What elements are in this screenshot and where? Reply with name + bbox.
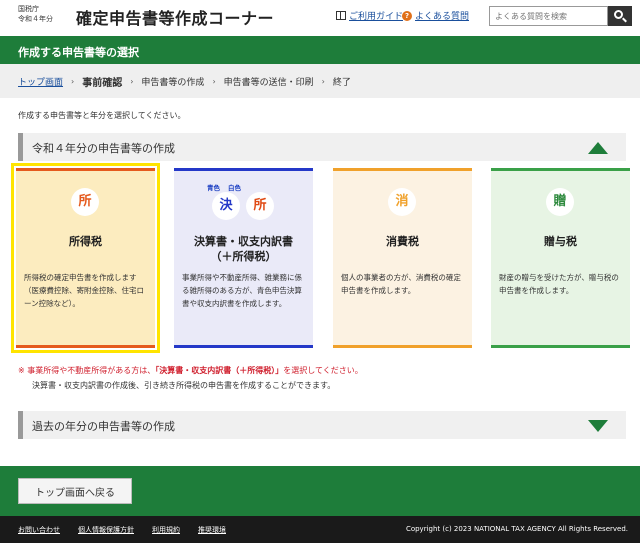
breadcrumb-step: 申告書等の送信・印刷 — [223, 77, 314, 88]
blue-return-label: 青色 — [207, 184, 220, 192]
card-title: 贈与税 — [544, 235, 577, 248]
breadcrumb-step: 終了 — [332, 77, 351, 88]
white-return-label: 白色 — [228, 184, 241, 192]
card-bottom-bar — [491, 345, 630, 348]
card-description: 所得税の確定申告書を作成します（医療費控除、寄附金控除、住宅ローン控除など）。 — [24, 273, 144, 308]
card-description: 個人の事業者の方が、消費税の確定申告書を作成します。 — [341, 273, 461, 295]
footer-links: お問い合わせ 個人情報保護方針 利用規約 推奨環境 — [18, 525, 226, 535]
card-description: 事業所得や不動産所得、雑業務に係る雑所得のある方が、青色申告決算書や収支内訳書を… — [182, 273, 302, 308]
chevron-right-icon: › — [130, 76, 134, 86]
page-title: 作成する申告書等の選択 — [18, 46, 139, 59]
card-title: 消費税 — [386, 235, 419, 248]
gift-tax-badge-icon: 贈 — [546, 188, 574, 216]
breadcrumb-current: 事前確認 — [82, 77, 123, 89]
notice-highlight: 「決算書・収支内訳書（＋所得税）」 — [155, 366, 284, 375]
guide-link[interactable]: ご利用ガイド — [336, 9, 403, 22]
section-current-year-label: 令和４年分の申告書等の作成 — [32, 142, 175, 155]
chevron-right-icon: › — [321, 76, 325, 86]
chevron-right-icon: › — [71, 76, 75, 86]
expand-icon[interactable] — [588, 420, 608, 432]
card-title-line1: 決算書・収支内訳書 — [194, 235, 293, 248]
footer-link-environment[interactable]: 推奨環境 — [198, 525, 226, 535]
notice-subtext: 決算書・収支内訳書の作成後、引き続き所得税の申告書を作成することができます。 — [32, 381, 336, 390]
consumption-tax-badge-icon: 消 — [388, 188, 416, 216]
search-button[interactable] — [608, 6, 632, 26]
income-tax-card[interactable]: 所 所得税 所得税の確定申告書を作成します（医療費控除、寄附金控除、住宅ローン控… — [11, 163, 160, 353]
card-title: 決算書・収支内訳書 （＋所得税） — [174, 234, 313, 264]
footer-link-contact[interactable]: お問い合わせ — [18, 525, 60, 535]
consumption-tax-card[interactable]: 消 消費税 個人の事業者の方が、消費税の確定申告書を作成します。 — [333, 168, 472, 348]
card-description: 財産の贈与を受けた方が、贈与税の申告書を作成します。 — [499, 273, 619, 295]
notice-text: ※ 事業所得や不動産所得がある方は、「決算書・収支内訳書（＋所得税）」を選択して… — [18, 365, 363, 376]
instruction-text: 作成する申告書等と年分を選択してください。 — [18, 111, 186, 120]
section-past-years-label: 過去の年分の申告書等の作成 — [32, 420, 175, 433]
footer-link-terms[interactable]: 利用規約 — [152, 525, 180, 535]
search-icon-handle — [622, 17, 627, 23]
site-title[interactable]: 確定申告書等作成コーナー — [76, 5, 274, 29]
income-tax-badge-icon: 所 — [246, 192, 274, 220]
copyright: Copyright (c) 2023 NATIONAL TAX AGENCY A… — [405, 525, 628, 533]
card-top-bar — [174, 168, 313, 171]
breadcrumb: トップ画面 › 事前確認 › 申告書等の作成 › 申告書等の送信・印刷 › 終了 — [0, 64, 640, 98]
collapse-icon[interactable] — [588, 142, 608, 154]
card-bottom-bar — [333, 345, 472, 348]
footer-link-privacy[interactable]: 個人情報保護方針 — [78, 525, 134, 535]
card-bottom-bar — [174, 345, 313, 348]
card-title-line2: （＋所得税） — [210, 250, 277, 263]
faq-link[interactable]: ? よくある質問 — [402, 9, 469, 22]
faq-search-input[interactable] — [489, 6, 608, 26]
section-past-years[interactable]: 過去の年分の申告書等の作成 — [18, 411, 626, 439]
question-icon: ? — [402, 10, 412, 21]
notice-post: を選択してください。 — [283, 366, 363, 375]
income-tax-badge-icon: 所 — [71, 188, 99, 216]
footer: お問い合わせ 個人情報保護方針 利用規約 推奨環境 Copyright (c) … — [0, 516, 640, 543]
header: 国税庁 令和４年分 確定申告書等作成コーナー ご利用ガイド ? よくある質問 — [0, 0, 640, 32]
page-title-bar: 作成する申告書等の選択 — [0, 36, 640, 64]
card-top-bar — [16, 168, 155, 171]
breadcrumb-top-link[interactable]: トップ画面 — [18, 75, 63, 88]
financial-statement-card[interactable]: 青色 白色 決 所 決算書・収支内訳書 （＋所得税） 事業所得や不動産所得、雑業… — [174, 168, 313, 348]
gift-tax-card[interactable]: 贈 贈与税 財産の贈与を受けた方が、贈与税の申告書を作成します。 — [491, 168, 630, 348]
back-to-top-button[interactable]: トップ画面へ戻る — [18, 478, 132, 504]
tax-year-label: 令和４年分 — [18, 15, 53, 23]
card-top-bar — [333, 168, 472, 171]
guide-link-label: ご利用ガイド — [349, 12, 404, 22]
breadcrumb-step: 申告書等の作成 — [141, 77, 205, 88]
section-current-year[interactable]: 令和４年分の申告書等の作成 — [18, 133, 626, 161]
agency-label: 国税庁 令和４年分 — [18, 4, 53, 24]
notice-pre: 事業所得や不動産所得がある方は、 — [27, 366, 156, 375]
card-title: 所得税 — [69, 235, 102, 248]
agency-name: 国税庁 — [18, 5, 39, 13]
faq-link-label: よくある質問 — [415, 12, 470, 22]
settlement-badge-icon: 決 — [212, 192, 240, 220]
card-bottom-bar — [16, 345, 155, 348]
chevron-right-icon: › — [212, 76, 216, 86]
book-icon — [336, 11, 346, 20]
notice-mark: ※ — [18, 366, 25, 375]
card-top-bar — [491, 168, 630, 171]
